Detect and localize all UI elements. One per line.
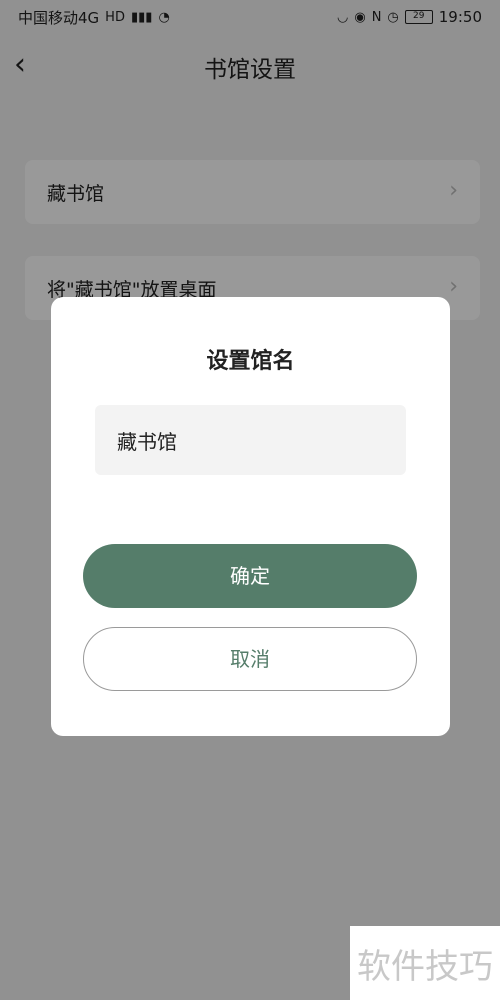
- library-name-input[interactable]: [95, 405, 406, 475]
- dialog-title: 设置馆名: [206, 349, 295, 374]
- cancel-button[interactable]: 取消: [83, 627, 417, 691]
- rename-dialog: 设置馆名 确定 取消: [51, 297, 450, 736]
- watermark: 软件技巧: [350, 926, 500, 1000]
- confirm-button[interactable]: 确定: [83, 544, 417, 608]
